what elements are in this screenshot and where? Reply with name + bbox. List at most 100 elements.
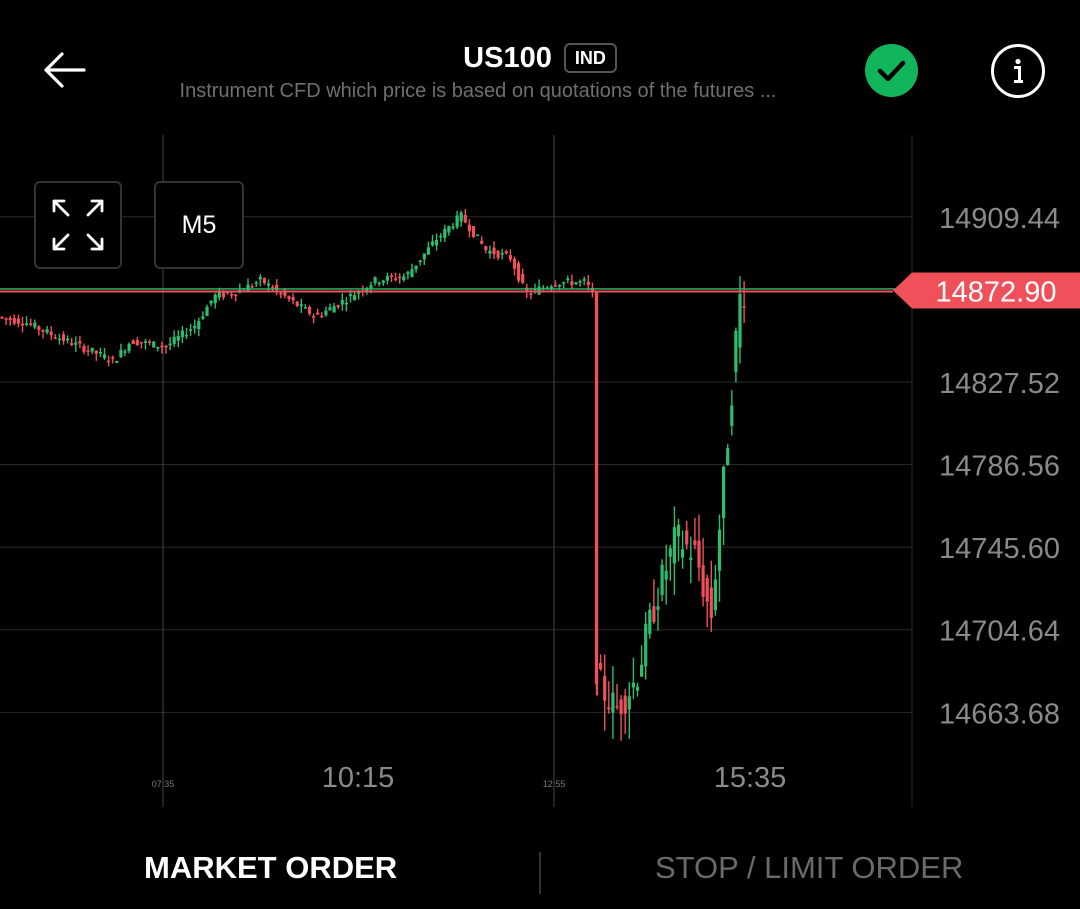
candle-body	[168, 343, 172, 346]
candle-body	[217, 292, 221, 298]
candle-body	[635, 686, 640, 691]
candle-body	[394, 278, 398, 280]
candle-body	[422, 253, 426, 260]
candle-body	[156, 346, 160, 349]
candle-body	[722, 466, 726, 518]
candle-body	[451, 226, 455, 229]
candle-body	[709, 587, 713, 619]
timeframe-button[interactable]: M5	[154, 181, 244, 269]
header: US100 IND Instrument CFD which price is …	[0, 0, 1080, 130]
y-tick-label: 14786.56	[939, 451, 1060, 483]
x-tick-label-minor: 12:55	[543, 779, 566, 789]
candle-body	[348, 294, 353, 297]
candle-body	[336, 305, 340, 308]
candle-body	[262, 278, 266, 284]
candle-body	[115, 361, 119, 363]
x-tick-label: 15:35	[714, 762, 787, 794]
candle-body	[529, 293, 533, 295]
candle-body	[189, 329, 193, 331]
candle-body	[717, 529, 722, 571]
candle-body	[406, 272, 410, 275]
candle-body	[521, 273, 525, 283]
candle-body	[463, 214, 467, 223]
candle-body	[517, 263, 521, 281]
status-button[interactable]	[865, 44, 918, 97]
candle-body	[324, 310, 328, 316]
candle-body	[4, 318, 8, 320]
check-circle-icon	[877, 60, 906, 82]
candle-body	[455, 215, 459, 228]
candle-body	[209, 300, 213, 304]
candle-body	[213, 294, 217, 304]
candle-body	[512, 258, 517, 269]
candle-body	[488, 250, 492, 254]
candle-body	[254, 282, 258, 285]
candle-body	[307, 306, 312, 314]
candle-body	[320, 315, 324, 318]
candle-body	[148, 341, 152, 343]
candle-body	[184, 334, 189, 337]
candle-body	[316, 312, 320, 315]
candle-body	[476, 234, 480, 237]
candle-body	[176, 335, 180, 341]
candle-body	[726, 448, 730, 466]
candle-body	[381, 280, 385, 283]
x-tick-label: 10:15	[322, 762, 395, 794]
candle-body	[266, 283, 271, 286]
candle-body	[734, 330, 738, 372]
candle-body	[61, 334, 66, 342]
candle-body	[435, 240, 439, 246]
candle-body	[111, 357, 115, 359]
candle-body	[98, 352, 102, 354]
candle-body	[8, 317, 12, 321]
candle-body	[640, 664, 644, 677]
order-tabs: MARKET ORDER STOP / LIMIT ORDER	[0, 830, 1080, 909]
candle-body	[135, 340, 139, 346]
candle-body	[599, 663, 603, 669]
candle-body	[139, 341, 143, 344]
candle-body	[197, 321, 201, 330]
current-price-line: 14872.90	[0, 272, 1080, 309]
candle-body	[41, 329, 45, 332]
candle-body	[410, 269, 414, 277]
candle-body	[578, 280, 582, 283]
candle-body	[660, 564, 664, 595]
tab-stop-limit-order[interactable]: STOP / LIMIT ORDER	[655, 850, 963, 886]
expand-button[interactable]	[34, 181, 122, 269]
candle-body	[180, 330, 184, 338]
y-tick-label: 14909.44	[939, 203, 1060, 235]
candle-body	[730, 405, 734, 426]
candle-body	[299, 304, 303, 307]
candle-body	[193, 325, 197, 329]
candle-body	[303, 307, 307, 309]
title-row: US100 IND	[0, 38, 1080, 78]
candle-body	[398, 276, 402, 279]
chart-grid	[0, 135, 913, 807]
candle-body	[119, 349, 123, 358]
candle-body	[693, 540, 697, 546]
candle-body	[246, 284, 250, 292]
candle-body	[627, 696, 631, 710]
candle-body	[430, 241, 435, 246]
info-button[interactable]	[991, 44, 1045, 98]
candle-body	[496, 250, 500, 258]
tab-market-order[interactable]: MARKET ORDER	[144, 850, 397, 886]
candle-body	[234, 294, 238, 297]
candle-body	[201, 316, 205, 319]
candle-body	[402, 276, 406, 281]
candle-body	[82, 345, 86, 352]
candle-body	[164, 345, 168, 348]
y-tick-label: 14827.52	[939, 368, 1060, 400]
candle-body	[143, 341, 148, 343]
candle-body	[291, 296, 295, 301]
candle-body	[279, 292, 283, 295]
candle-body	[467, 224, 471, 232]
candle-body	[78, 341, 82, 344]
candle-body	[459, 212, 463, 222]
candle-body	[644, 623, 648, 667]
candle-body	[681, 549, 685, 558]
candle-body	[623, 695, 627, 714]
candle-body	[742, 306, 746, 308]
candle-body	[656, 606, 660, 610]
candle-body	[123, 351, 127, 353]
